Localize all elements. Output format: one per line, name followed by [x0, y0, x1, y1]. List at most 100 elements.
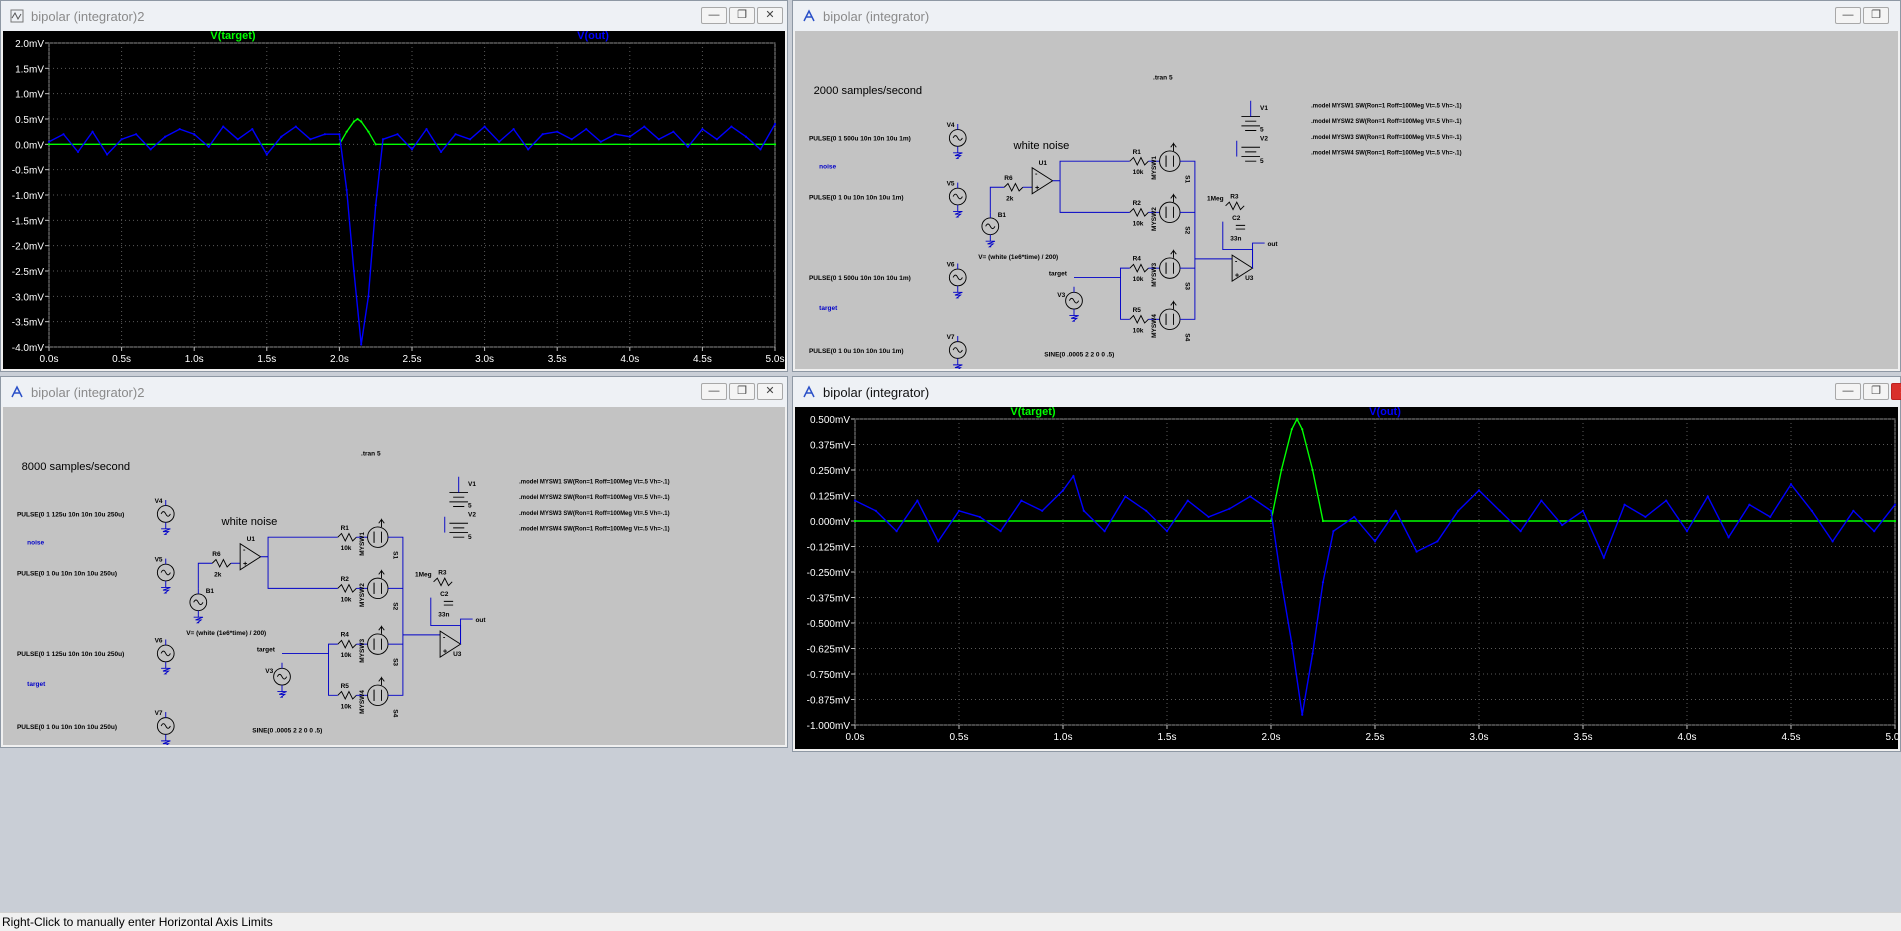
schematic-drawing[interactable]: 8000 samples/second .tran 5 white noise noi…: [3, 407, 785, 745]
resistor-r6: [211, 558, 232, 568]
data-point: [1581, 509, 1585, 512]
plot-window-top-left[interactable]: bipolar (integrator)2 — ❐ ✕ 2.0mV 1.5mV 1.…: [0, 0, 788, 372]
data-point: [425, 128, 428, 131]
close-button[interactable]: ✕: [1891, 383, 1901, 400]
switch-s2[interactable]: [1159, 193, 1181, 224]
waveform-chart[interactable]: 0.500mV 0.375mV 0.250mV 0.125mV 0.000mV -0.12…: [795, 407, 1898, 749]
legend-entry-0: V(target): [210, 31, 256, 42]
data-point: [1540, 499, 1543, 502]
data-point: [381, 138, 385, 141]
plot-area[interactable]: [851, 417, 1897, 729]
switch-s3[interactable]: [1159, 249, 1181, 279]
x-tick-label: 0.5s: [112, 354, 131, 365]
data-point: [556, 130, 559, 133]
ground-icon: [193, 610, 204, 624]
circuit[interactable]: 8000 samples/second .tran 5 white noise noi…: [17, 450, 670, 745]
plot-window-bottom-right[interactable]: bipolar (integrator) — ❐ ✕ 0.500mV 0.375m…: [792, 376, 1901, 752]
switch-s2[interactable]: [367, 569, 389, 600]
y-tick-label: 0.375mV: [810, 441, 850, 452]
part-label: S4: [1184, 333, 1191, 341]
part-label: R1: [1133, 149, 1142, 156]
voltage-source-v7[interactable]: [156, 712, 175, 745]
restore-button[interactable]: ❐: [729, 383, 755, 400]
data-point: [1602, 556, 1605, 559]
circuit[interactable]: 2000 samples/second .tran 5 white noise noi…: [809, 74, 1462, 369]
title-bar[interactable]: bipolar (integrator)2 — ❐ ✕: [1, 1, 787, 31]
switch-arrow-icon: [1165, 249, 1177, 274]
minimize-button[interactable]: —: [701, 383, 727, 400]
restore-button[interactable]: ❐: [1863, 383, 1889, 400]
switch-s3[interactable]: [367, 625, 389, 655]
minus-sign: -: [1235, 257, 1238, 266]
voltage-source-v7[interactable]: [948, 336, 967, 369]
title-bar[interactable]: bipolar (integrator) — ❐: [793, 1, 1900, 31]
data-point: [1072, 475, 1075, 478]
data-point: [396, 133, 399, 136]
wire: [460, 618, 473, 645]
y-tick-label: 1.0mV: [15, 90, 44, 101]
voltage-source-v4[interactable]: [948, 124, 967, 159]
waveform-plot[interactable]: 2.0mV 1.5mV 1.0mV 0.5mV 0.0mV -0.5mV -1.0mV -1.…: [3, 31, 785, 369]
behavioral-source-b1[interactable]: [189, 588, 208, 624]
waveform-plot[interactable]: 0.500mV 0.375mV 0.250mV 0.125mV 0.000mV -0.12…: [795, 407, 1898, 749]
switch-arrow-icon: [373, 625, 385, 650]
sine-icon: [952, 347, 963, 353]
switch-body: [367, 633, 389, 655]
minimize-button[interactable]: —: [701, 7, 727, 24]
data-point: [323, 133, 326, 136]
schematic-drawing[interactable]: 2000 samples/second .tran 5 white noise noi…: [795, 31, 1898, 369]
model-directive: .model MYSW4 SW(Ron=1 Roff=100Meg Vt=.5 …: [1311, 151, 1461, 157]
switch-s4[interactable]: [1159, 300, 1181, 330]
status-text: Right-Click to manually enter Horizontal…: [2, 915, 273, 929]
schematic-canvas[interactable]: 8000 samples/second .tran 5 white noise noi…: [3, 407, 785, 745]
y-tick-label: -0.250mV: [807, 568, 851, 579]
close-button[interactable]: ✕: [757, 383, 783, 400]
source-ref: V4: [947, 122, 955, 129]
schematic-window-bottom-left[interactable]: bipolar (integrator)2 — ❐ ✕ 8000 samples…: [0, 376, 788, 748]
restore-button[interactable]: ❐: [729, 7, 755, 24]
capacitor-c2: [443, 600, 454, 606]
window-title: bipolar (integrator): [823, 385, 930, 400]
part-label: MYSW3: [1151, 263, 1158, 287]
part-label: 10k: [1133, 220, 1144, 227]
data-point: [360, 120, 363, 123]
wire: [197, 562, 213, 589]
voltage-source-v6[interactable]: [948, 263, 967, 299]
net-label-target: target: [819, 305, 838, 312]
behavioral-source-b1[interactable]: [981, 212, 1000, 248]
data-point: [1290, 642, 1293, 645]
minimize-button[interactable]: —: [1835, 7, 1861, 24]
data-point: [1321, 581, 1325, 584]
data-point: [345, 188, 348, 192]
schematic-canvas[interactable]: 2000 samples/second .tran 5 white noise noi…: [795, 31, 1898, 369]
switch-s1[interactable]: [367, 518, 389, 548]
schematic-window-top-right[interactable]: bipolar (integrator) — ❐ 2000 samples/se…: [792, 0, 1901, 372]
switch-body: [1159, 308, 1181, 330]
part-label: 33n: [1230, 235, 1241, 242]
net-label-out: out: [475, 617, 486, 624]
voltage-source-v3[interactable]: [273, 662, 291, 698]
plus-sign: +: [1235, 270, 1240, 279]
voltage-source-v5[interactable]: [156, 558, 175, 594]
minimize-button[interactable]: —: [1835, 383, 1861, 400]
title-bar[interactable]: bipolar (integrator) — ❐ ✕: [793, 377, 1901, 407]
switch-s1[interactable]: [1159, 142, 1181, 172]
voltage-source-v4[interactable]: [156, 500, 175, 535]
data-point: [193, 133, 196, 136]
y-tick-label: 2.0mV: [15, 39, 44, 50]
restore-button[interactable]: ❐: [1863, 7, 1889, 24]
data-point: [585, 128, 588, 131]
voltage-source-v5[interactable]: [948, 182, 967, 218]
switch-s4[interactable]: [367, 676, 389, 706]
close-button[interactable]: ✕: [757, 7, 783, 24]
voltage-source-v3[interactable]: [1065, 286, 1083, 322]
sine-icon: [952, 274, 963, 281]
plot-area[interactable]: [45, 42, 777, 351]
data-point: [773, 122, 777, 126]
data-point: [1280, 581, 1283, 584]
data-point: [352, 120, 356, 123]
waveform-chart[interactable]: 2.0mV 1.5mV 1.0mV 0.5mV 0.0mV -0.5mV -1.0mV -1.…: [3, 31, 785, 369]
voltage-source-v6[interactable]: [156, 639, 175, 675]
data-point: [527, 148, 530, 151]
title-bar[interactable]: bipolar (integrator)2 — ❐ ✕: [1, 377, 787, 407]
